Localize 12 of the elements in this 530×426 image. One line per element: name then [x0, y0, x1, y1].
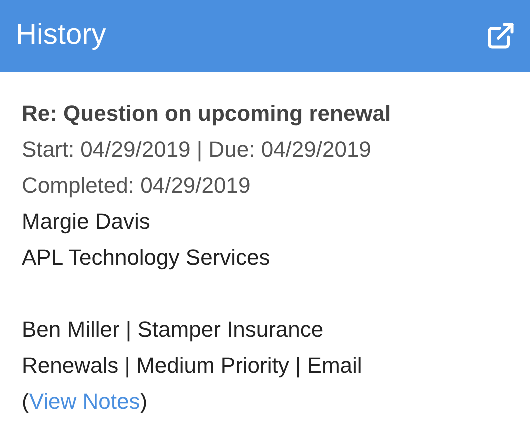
company-name: APL Technology Services: [22, 244, 272, 272]
paren-text: (: [22, 388, 30, 416]
external-link-icon[interactable]: [486, 21, 516, 51]
view-notes-link[interactable]: View Notes: [29, 384, 140, 420]
activity-subject: Re: Question on upcoming renewal: [22, 100, 392, 128]
owner-info: Ben Miller | Stamper Insurance: [22, 316, 325, 344]
activity-dates: Start: 04/29/2019 | Due: 04/29/2019: [22, 136, 372, 164]
contact-name: Margie Davis: [22, 208, 152, 236]
activity-details: Renewals | Medium Priority | Email: [22, 352, 364, 380]
paren-text: ): [140, 388, 148, 416]
completed-date: Completed: 04/29/2019: [22, 172, 252, 200]
panel-title: History: [16, 18, 106, 54]
